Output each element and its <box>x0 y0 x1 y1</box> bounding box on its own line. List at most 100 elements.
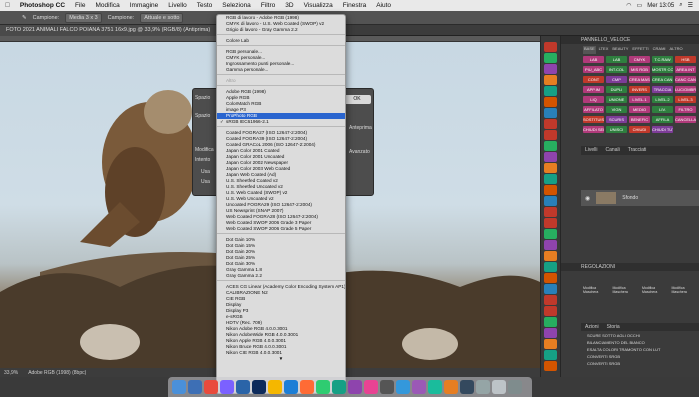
dialog-usa2[interactable]: Usa <box>201 179 210 185</box>
menu-item[interactable]: Colore Lab <box>217 38 345 44</box>
tool-icon[interactable] <box>544 108 557 118</box>
tool-icon[interactable] <box>544 262 557 272</box>
dock-app-icon[interactable] <box>316 380 330 394</box>
clock[interactable]: Mer 13:05 <box>647 3 674 9</box>
menu-scroll-down-icon[interactable]: ▼ <box>217 356 345 362</box>
pannello-button[interactable]: LIV. <box>652 106 673 113</box>
tool-icon[interactable] <box>544 207 557 217</box>
dialog-usa1[interactable]: Usa <box>201 169 210 175</box>
tool-icon[interactable] <box>544 284 557 294</box>
pannello-button[interactable]: AREA INT <box>675 66 696 73</box>
menu-item[interactable]: Gray Gamma 2.2 <box>217 273 345 279</box>
dock-app-icon[interactable] <box>204 380 218 394</box>
dock-app-icon[interactable] <box>252 380 266 394</box>
tool-icon[interactable] <box>544 42 557 52</box>
pannello-button[interactable]: LAB <box>583 56 604 63</box>
tool-icon[interactable] <box>544 317 557 327</box>
pannello-button[interactable]: CONT <box>583 76 604 83</box>
tool-icon[interactable] <box>544 64 557 74</box>
layer-row[interactable]: ◉ Sfondo <box>581 190 699 206</box>
tool-icon[interactable] <box>544 53 557 63</box>
menu-livello[interactable]: Livello <box>163 2 191 9</box>
tab-storia[interactable]: Storia <box>607 323 620 331</box>
tool-icon[interactable] <box>544 339 557 349</box>
pannello-button[interactable]: AFFILATO <box>583 106 604 113</box>
dock-app-icon[interactable] <box>412 380 426 394</box>
menu-visualizza[interactable]: Visualizza <box>299 2 338 9</box>
tool-icon[interactable] <box>544 141 557 151</box>
pannello-button[interactable]: LIQ <box>583 96 604 103</box>
document-tab[interactable]: FOTO 2021 ANIMALI FALCO POIANA 3751 16x9… <box>0 25 217 36</box>
tool-icon[interactable] <box>544 240 557 250</box>
adj-mask-1[interactable]: Modifica Maschera <box>583 286 611 294</box>
tab-canali[interactable]: Canali <box>606 146 620 155</box>
dock-app-icon[interactable] <box>284 380 298 394</box>
dock-app-icon[interactable] <box>332 380 346 394</box>
dock-app-icon[interactable] <box>220 380 234 394</box>
tool-icon[interactable] <box>544 196 557 206</box>
pannello-button[interactable]: LIVEL.2 <box>652 96 673 103</box>
menu-finestra[interactable]: Finestra <box>338 2 371 9</box>
dock-app-icon[interactable] <box>172 380 186 394</box>
dock-app-icon[interactable] <box>300 380 314 394</box>
list-icon[interactable]: ☰ <box>688 2 693 9</box>
menu-aiuto[interactable]: Aiuto <box>371 2 396 9</box>
pannello-button[interactable]: AFFILA <box>652 116 673 123</box>
menu-item[interactable]: Grigio di lavoro - Gray Gamma 2.2 <box>217 27 345 33</box>
pannello-button[interactable]: HSB <box>675 56 696 63</box>
dock-app-icon[interactable] <box>380 380 394 394</box>
azione-item[interactable]: BILANCIAMENTO DEL BIANCO <box>587 340 699 347</box>
pannello-button[interactable]: MEDIO <box>629 106 650 113</box>
eye-icon[interactable]: ◉ <box>585 195 590 202</box>
campione-select[interactable]: Media 3 x 3 <box>65 12 102 23</box>
tool-icon[interactable] <box>544 75 557 85</box>
adj-mask-2[interactable]: Modifica Maschera <box>613 286 641 294</box>
adj-mask-4[interactable]: Modifica Maschera <box>672 286 699 294</box>
tool-icon[interactable] <box>544 361 557 371</box>
pannello-button[interactable]: DUPLI <box>606 86 627 93</box>
pannello-button[interactable]: VIGN <box>606 106 627 113</box>
adj-mask-3[interactable]: Modifica Maschera <box>642 286 670 294</box>
tool-icon[interactable] <box>544 218 557 228</box>
tool-icon[interactable] <box>544 174 557 184</box>
pannello-button[interactable]: MOSTR COLO <box>652 66 673 73</box>
apple-icon[interactable]:  <box>0 2 15 9</box>
pannello-tab[interactable]: CRAMI <box>652 46 667 54</box>
battery-icon[interactable]: ▭ <box>637 2 643 9</box>
azione-item[interactable]: SCURE SOTTO AGLI OCCHI <box>587 333 699 340</box>
pannello-button[interactable]: LAB <box>606 56 627 63</box>
pannello-button[interactable]: CMP <box>606 76 627 83</box>
menu-item[interactable]: ✓ sRGB IEC61966-2.1 <box>217 119 345 125</box>
ok-button[interactable]: OK <box>343 95 371 104</box>
pannello-button[interactable]: CANC CAN <box>675 76 696 83</box>
dock-app-icon[interactable] <box>444 380 458 394</box>
pannello-button[interactable]: CHIUDI TUTTO <box>652 126 673 133</box>
pannello-tab[interactable]: ALTRO <box>669 46 684 54</box>
tool-icon[interactable] <box>544 152 557 162</box>
pannello-button[interactable]: INVERS <box>629 86 650 93</box>
menu-app[interactable]: Photoshop CC <box>15 2 70 9</box>
pannello-button[interactable]: INT.COL <box>606 66 627 73</box>
wifi-icon[interactable]: ◠ <box>626 2 631 9</box>
tool-icon[interactable] <box>544 295 557 305</box>
tool-icon[interactable] <box>544 119 557 129</box>
tool-icon[interactable] <box>544 185 557 195</box>
search-icon[interactable]: ⌕ <box>679 2 682 9</box>
tool-icon[interactable] <box>544 251 557 261</box>
pannello-button[interactable]: MIS RGB <box>629 66 650 73</box>
pannello-button[interactable]: CHIUDI <box>629 126 650 133</box>
pannello-button[interactable]: T.C.RAW <box>652 56 673 63</box>
pannello-tab[interactable]: LTEX <box>598 46 610 54</box>
zoom-level[interactable]: 33,9% <box>4 370 18 376</box>
pannello-button[interactable]: CMYK <box>629 56 650 63</box>
menu-file[interactable]: File <box>70 2 90 9</box>
menu-seleziona[interactable]: Seleziona <box>217 2 256 9</box>
tool-icon[interactable] <box>544 130 557 140</box>
pannello-button[interactable]: UNIONE <box>606 96 627 103</box>
menu-item[interactable]: Altro <box>217 78 345 84</box>
tool-icon[interactable] <box>544 328 557 338</box>
pannello-button[interactable]: BENEFIC <box>629 116 650 123</box>
layer-name[interactable]: Sfondo <box>622 195 638 201</box>
pannello-button[interactable]: LIVEL.3 <box>675 96 696 103</box>
campione2-select[interactable]: Attuale e sotto <box>140 12 184 23</box>
